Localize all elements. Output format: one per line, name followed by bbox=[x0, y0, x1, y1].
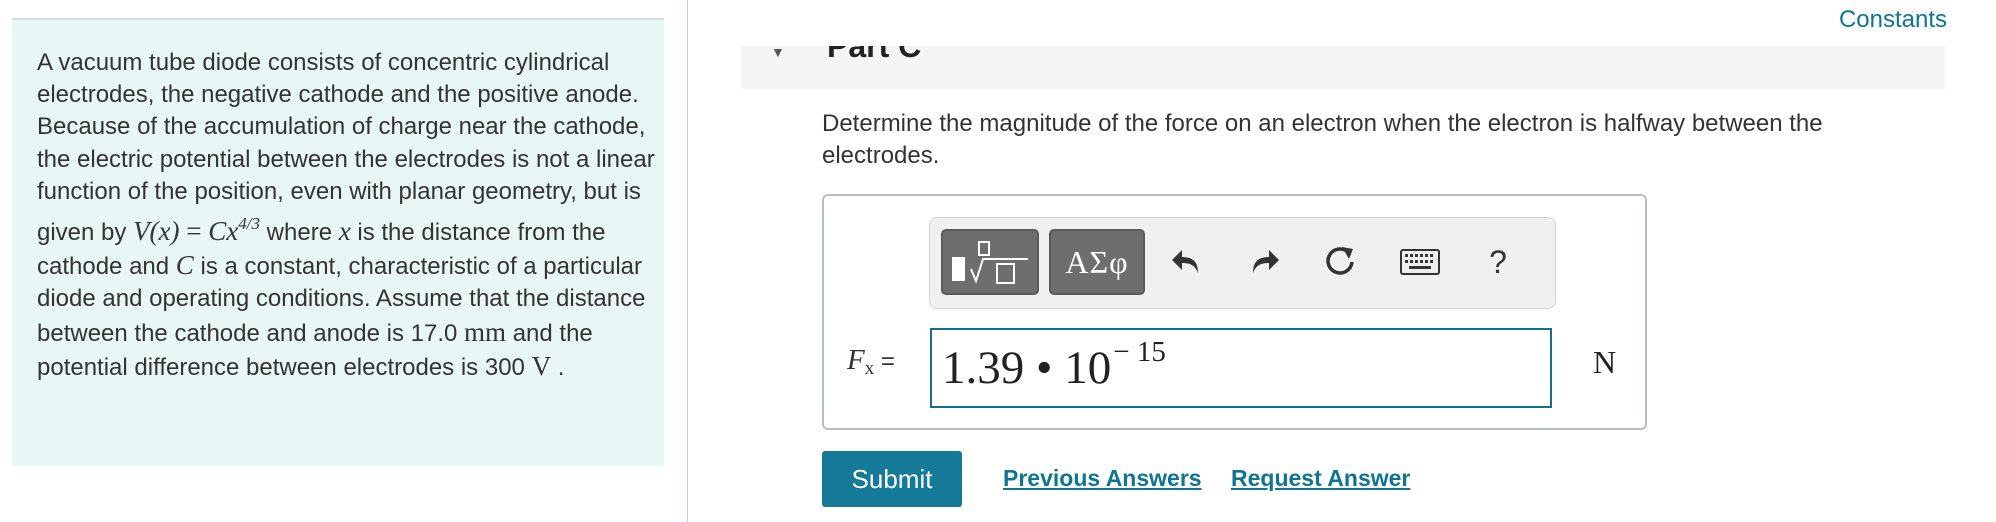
potential-formula-rhs: Cx bbox=[208, 216, 239, 247]
math-toolbar: ΑΣφ ? bbox=[929, 217, 1556, 309]
undo-icon[interactable] bbox=[1163, 238, 1211, 286]
problem-statement: A vacuum tube diode consists of concentr… bbox=[37, 47, 662, 384]
help-button[interactable]: ? bbox=[1474, 238, 1522, 286]
answer-label: Fx = bbox=[847, 344, 895, 380]
variable-c: C bbox=[175, 250, 194, 281]
question-text: Determine the magnitude of the force on … bbox=[822, 110, 1823, 169]
problem-text-part: . bbox=[551, 353, 565, 381]
variable-x: x bbox=[338, 216, 351, 247]
redo-icon[interactable] bbox=[1240, 238, 1288, 286]
answer-box: ΑΣφ ? Fx = 1.39 • 10− 15 N bbox=[822, 194, 1647, 430]
reset-icon[interactable] bbox=[1316, 238, 1364, 286]
answer-exponent: − 15 bbox=[1113, 336, 1166, 368]
unit-mm: mm bbox=[464, 316, 507, 347]
answer-input[interactable]: 1.39 • 10− 15 bbox=[930, 328, 1552, 408]
templates-button[interactable] bbox=[941, 229, 1039, 295]
templates-icon bbox=[952, 241, 1028, 284]
keyboard-icon[interactable] bbox=[1392, 238, 1448, 286]
part-header[interactable]: ▼ Part C bbox=[741, 46, 1945, 89]
constants-link[interactable]: Constants bbox=[1839, 6, 1947, 34]
symbols-button[interactable]: ΑΣφ bbox=[1049, 229, 1145, 295]
panel-divider bbox=[687, 0, 688, 522]
answer-value: 1.39 • 10− 15 bbox=[942, 336, 1166, 395]
problem-text-part: where bbox=[260, 219, 339, 247]
request-answer-link[interactable]: Request Answer bbox=[1231, 465, 1410, 492]
potential-formula-lhs: V(x) bbox=[133, 216, 180, 247]
answer-unit: N bbox=[1593, 344, 1617, 380]
problem-panel: A vacuum tube diode consists of concentr… bbox=[12, 18, 664, 466]
potential-formula-equals: = bbox=[179, 216, 209, 247]
answer-variable: F bbox=[847, 344, 865, 376]
potential-formula-exponent: 4/3 bbox=[238, 214, 260, 234]
previous-answers-link[interactable]: Previous Answers bbox=[1003, 465, 1202, 492]
submit-button[interactable]: Submit bbox=[822, 451, 962, 507]
answer-variable-subscript: x bbox=[864, 358, 875, 379]
answer-mantissa: 1.39 • 10 bbox=[942, 342, 1112, 394]
unit-volt: V bbox=[531, 350, 552, 381]
answer-equals: = bbox=[874, 348, 895, 375]
collapse-caret-icon[interactable]: ▼ bbox=[771, 46, 785, 60]
part-title: Part C bbox=[827, 46, 922, 64]
